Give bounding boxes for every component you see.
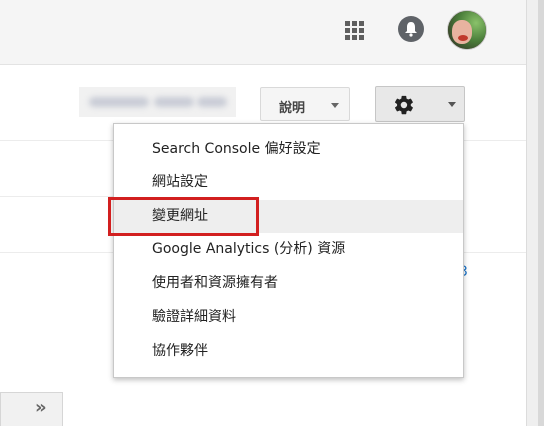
settings-button[interactable]: [375, 86, 465, 122]
chevron-down-icon: [448, 102, 456, 107]
menu-item-users-and-owners[interactable]: 使用者和資源擁有者: [114, 267, 463, 300]
chevron-down-icon: [331, 103, 339, 108]
row-divider: [0, 252, 113, 253]
gear-icon: [394, 95, 413, 115]
help-button-label: 說明: [279, 101, 306, 116]
apps-grid-icon[interactable]: [345, 21, 365, 41]
double-chevron-right-icon: »: [35, 397, 47, 418]
bell-icon[interactable]: [398, 16, 424, 42]
settings-dropdown-menu: Search Console 偏好設定 網站設定 變更網址 Google Ana…: [113, 123, 464, 378]
menu-item-site-settings[interactable]: 網站設定: [114, 166, 463, 199]
row-divider: [0, 196, 113, 197]
help-button[interactable]: 說明: [260, 87, 350, 121]
row-divider: [464, 140, 526, 141]
row-divider: [464, 252, 526, 253]
menu-item-associates[interactable]: 協作夥伴: [114, 335, 463, 368]
site-url-field-blurred: [79, 87, 236, 117]
menu-item-search-console-preferences[interactable]: Search Console 偏好設定: [114, 133, 463, 166]
top-bar: [0, 0, 526, 65]
row-divider: [0, 140, 113, 141]
annotation-highlight-box: [108, 197, 259, 236]
expand-sidebar-button[interactable]: »: [0, 392, 63, 426]
menu-item-verification-details[interactable]: 驗證詳細資料: [114, 301, 463, 334]
menu-item-google-analytics-property[interactable]: Google Analytics (分析) 資源: [114, 233, 463, 266]
window-edge: [538, 0, 544, 426]
avatar[interactable]: [447, 10, 487, 50]
